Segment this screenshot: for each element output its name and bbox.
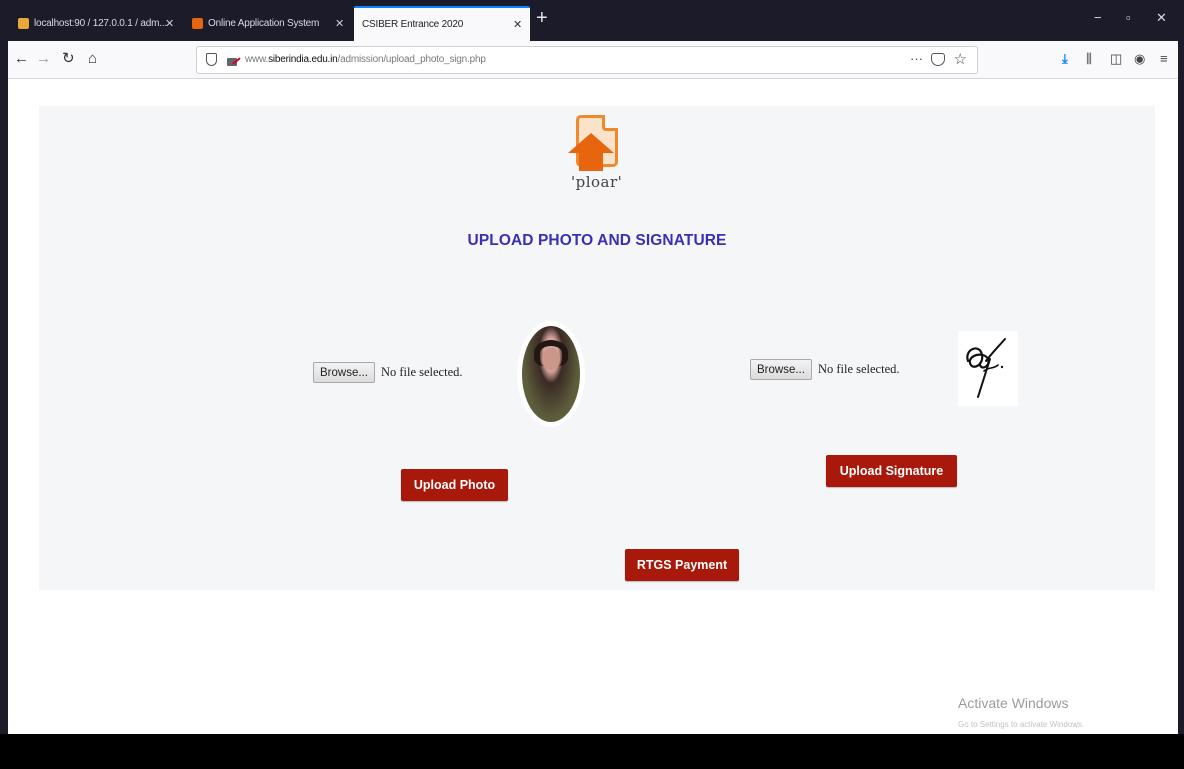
close-tab-icon[interactable]: ✕ — [513, 18, 522, 31]
signature-file-input[interactable]: Browse... No file selected. — [750, 359, 900, 380]
sidebar-icon[interactable]: ◫ — [1110, 51, 1122, 67]
window-frame-left — [0, 0, 8, 769]
library-icon[interactable]: ⫼ — [1086, 51, 1092, 67]
application-favicon-icon — [192, 18, 203, 29]
account-icon[interactable]: ◉ — [1134, 51, 1145, 67]
upload-panel: 'ploar' UPLOAD PHOTO AND SIGNATURE Brows… — [39, 106, 1155, 590]
phpmyadmin-favicon-icon — [18, 18, 29, 29]
tab-csiber-entrance[interactable]: CSIBER Entrance 2020 ✕ — [354, 6, 530, 41]
upload-logo-icon: 'ploar' — [568, 111, 632, 207]
back-arrow-icon[interactable]: ← — [14, 50, 29, 68]
browser-tab-bar: localhost:90 / 127.0.0.1 / adm... ✕ Onli… — [8, 0, 1178, 41]
signature-file-status: No file selected. — [817, 362, 900, 376]
close-tab-icon[interactable]: ✕ — [335, 17, 344, 30]
tracking-protection-shield-icon[interactable] — [206, 53, 217, 66]
address-bar[interactable]: www.siberindia.edu.in/admission/upload_p… — [196, 46, 978, 74]
close-window-button[interactable]: ✕ — [1156, 10, 1167, 26]
photo-file-input[interactable]: Browse... No file selected. — [313, 362, 463, 383]
minimize-button[interactable]: − — [1094, 10, 1102, 25]
bookmark-star-icon[interactable]: ☆ — [954, 50, 967, 68]
activate-windows-watermark: Activate Windows — [958, 695, 1069, 711]
tab-label: localhost:90 / 127.0.0.1 / adm... — [34, 18, 167, 29]
photo-file-status: No file selected. — [380, 365, 463, 379]
url-path: /admission/upload_photo_sign.php — [337, 54, 486, 65]
signature-browse-button[interactable]: Browse... — [750, 359, 812, 380]
photo-browse-button[interactable]: Browse... — [313, 362, 375, 383]
insecure-lock-icon[interactable] — [227, 53, 241, 66]
menu-icon[interactable]: ≡ — [1160, 51, 1168, 67]
browser-toolbar: ← → ↻ ⌂ www.siberindia.edu.in/admission/… — [8, 41, 1178, 79]
activate-windows-subtitle: Go to Settings to activate Windows. — [958, 720, 1085, 729]
forward-arrow-icon[interactable]: → — [36, 50, 51, 68]
maximize-button[interactable]: ▫ — [1126, 10, 1131, 25]
window-frame-right — [1178, 0, 1184, 769]
url-text[interactable]: www.siberindia.edu.in/admission/upload_p… — [245, 54, 486, 65]
close-tab-icon[interactable]: ✕ — [165, 17, 174, 30]
pocket-icon[interactable] — [931, 53, 945, 66]
home-icon[interactable]: ⌂ — [88, 50, 97, 68]
photo-preview — [522, 326, 580, 422]
new-tab-button[interactable]: + — [536, 8, 548, 28]
tab-label: Online Application System — [208, 18, 320, 29]
tab-phpmyadmin[interactable]: localhost:90 / 127.0.0.1 / adm... ✕ — [10, 6, 182, 41]
url-domain: siberindia.edu.in — [268, 54, 338, 65]
signature-scribble-icon — [966, 338, 1006, 398]
download-icon[interactable]: ⤓ — [1062, 51, 1068, 67]
page-actions-menu-icon[interactable]: ··· — [910, 51, 923, 66]
rtgs-payment-button[interactable]: RTGS Payment — [625, 549, 739, 581]
page-title: UPLOAD PHOTO AND SIGNATURE — [467, 232, 727, 249]
upload-signature-button[interactable]: Upload Signature — [826, 455, 957, 487]
reload-icon[interactable]: ↻ — [62, 50, 75, 68]
os-taskbar — [0, 734, 1184, 769]
logo-text: 'ploar' — [571, 173, 623, 191]
tab-label: CSIBER Entrance 2020 — [362, 19, 464, 30]
upload-photo-button[interactable]: Upload Photo — [401, 469, 508, 501]
signature-preview — [958, 331, 1018, 406]
page-content: 'ploar' UPLOAD PHOTO AND SIGNATURE Brows… — [8, 79, 1178, 734]
tab-online-application[interactable]: Online Application System ✕ — [184, 6, 352, 41]
url-prefix: www. — [245, 54, 269, 65]
